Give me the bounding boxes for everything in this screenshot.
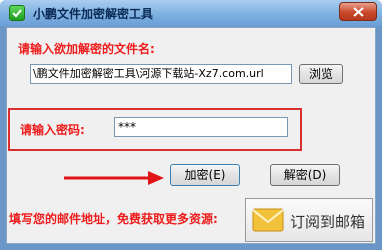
- envelope-icon: [252, 208, 284, 232]
- arrow-right-icon: [64, 171, 164, 185]
- check-shield-icon: [9, 5, 25, 21]
- subscribe-label: 订阅到邮箱: [290, 213, 366, 231]
- window-title: 小鹏文件加密解密工具: [33, 7, 154, 21]
- title-bar[interactable]: 小鹏文件加密解密工具: [0, 0, 382, 26]
- browse-button[interactable]: 浏览: [299, 64, 343, 84]
- file-path-input[interactable]: \鹏文件加密解密工具\河源下载站-Xz7.com.url: [30, 64, 292, 84]
- file-label: 请输入欲加解密的文件名:: [18, 42, 155, 56]
- app-window: 小鹏文件加密解密工具 请输入欲加解密的文件名: \鹏文件加密解密工具\河源下载站…: [0, 0, 382, 250]
- password-label: 请输入密码:: [20, 123, 85, 137]
- promo-text: 填写您的邮件地址，免费获取更多资源:: [9, 212, 218, 226]
- subscribe-button[interactable]: 订阅到邮箱: [245, 198, 373, 242]
- close-button[interactable]: [339, 2, 377, 21]
- encrypt-button[interactable]: 加密(E): [170, 164, 240, 186]
- password-input[interactable]: ***: [114, 117, 288, 137]
- decrypt-button[interactable]: 解密(D): [270, 164, 340, 186]
- close-icon: [353, 7, 364, 17]
